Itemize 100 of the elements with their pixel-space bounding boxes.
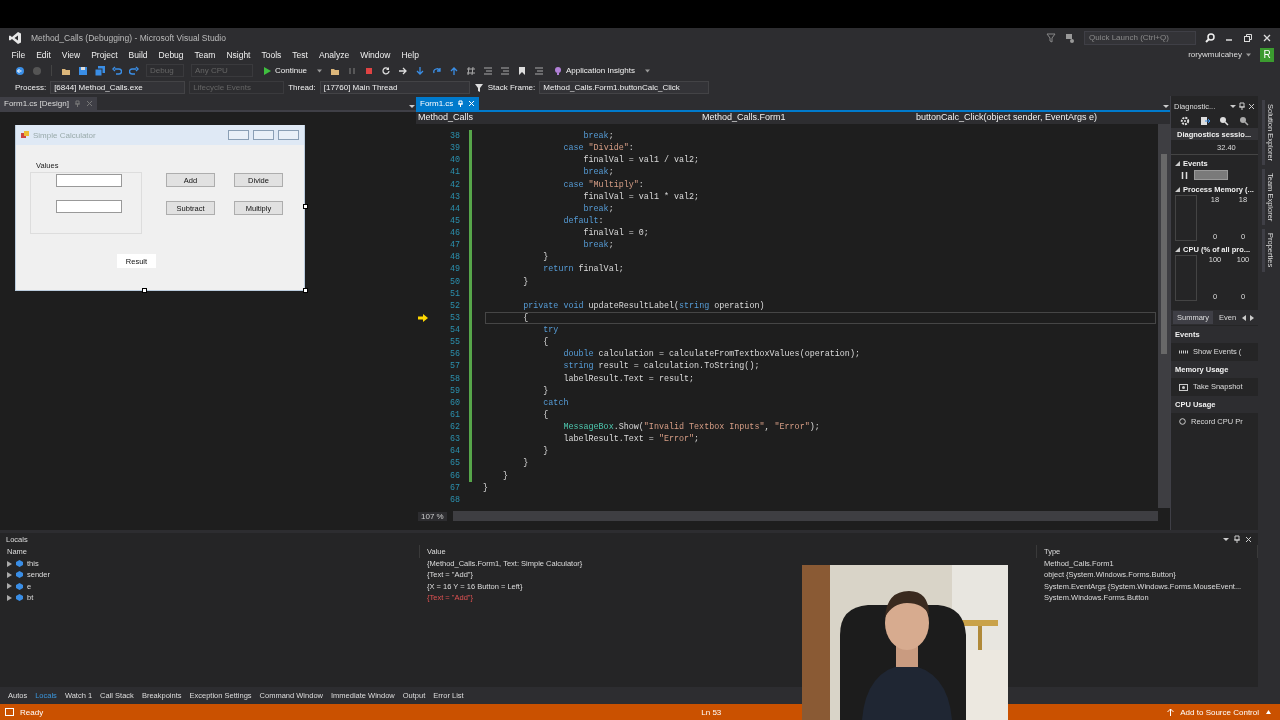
code-line: } [542,252,549,263]
line-number: 41 [448,167,460,178]
curved-arrow-icon[interactable] [432,65,443,76]
pin-icon[interactable] [1234,535,1240,543]
close-icon[interactable] [1245,535,1252,543]
expander-icon[interactable] [1175,247,1180,252]
line-number: 61 [448,409,460,420]
feedback-icon[interactable] [1065,32,1075,43]
line-number: 42 [448,179,460,190]
stop-icon[interactable] [364,65,375,76]
process-dropdown[interactable]: [6844] Method_Calls.exe [50,81,186,94]
menu-item[interactable]: Debug [153,49,190,60]
menu-item[interactable]: File [6,49,31,60]
back-arrow-icon[interactable] [15,65,25,76]
menu-item[interactable]: Project [85,49,124,60]
search-icon[interactable] [1205,32,1215,43]
dropdown-icon[interactable] [1230,103,1236,109]
dropdown-icon[interactable] [1223,536,1229,542]
member-dropdown[interactable]: buttonCalc_Click(object sender, EventArgs e) [916,112,1156,124]
pin-icon[interactable] [1239,102,1245,110]
line-number: 43 [448,191,460,202]
code-line: catch [542,397,569,408]
menu-item[interactable]: Edit [30,49,57,60]
project-dropdown[interactable]: Method_Calls [418,112,698,124]
expander-icon[interactable] [1175,187,1180,192]
scroll-right-icon[interactable] [1249,314,1255,321]
menu-item[interactable]: Test [286,49,314,60]
line-number: 52 [448,300,460,311]
scroll-left-icon[interactable] [1242,314,1248,321]
pause-icon[interactable] [1181,171,1188,179]
dropdown-icon[interactable] [1162,102,1170,110]
settings-icon[interactable] [1179,115,1190,126]
record-icon[interactable] [1179,418,1186,425]
line-number: 59 [448,385,460,396]
arrow-down-icon[interactable] [415,65,426,76]
caret-icon[interactable] [1265,709,1272,715]
redo-icon[interactable] [129,65,139,76]
resize-handle[interactable] [303,288,308,293]
continue-button[interactable]: Continue [260,65,310,76]
restart-icon[interactable] [381,65,392,76]
code-line: labelResult.Text = "Error"; [562,434,700,445]
save-icon[interactable] [78,65,88,76]
line-number: 45 [448,215,460,226]
arrow-up-icon[interactable] [449,65,460,76]
lines-icon[interactable] [500,65,511,76]
camera-icon[interactable] [1179,382,1188,391]
class-dropdown[interactable]: Method_Calls.Form1 [702,112,912,124]
resize-handle[interactable] [303,204,308,209]
menu-item[interactable]: Tools [255,49,287,60]
restore-icon[interactable] [1243,32,1253,43]
line-number: 66 [448,470,460,481]
horizontal-scrollbar[interactable] [452,511,1158,521]
lines-icon[interactable] [534,65,545,76]
app-icon [21,131,29,139]
zoom-dropdown[interactable]: 107 % [418,511,447,521]
line-number: 40 [448,155,460,166]
save-all-icon[interactable] [95,65,105,76]
source-control-button[interactable]: Add to Source Control [1180,707,1259,717]
scrollbar[interactable] [1158,124,1170,508]
dropdown-icon[interactable] [408,102,416,110]
export-icon[interactable] [1199,115,1210,126]
code-line: break; [582,167,614,178]
bookmark-icon[interactable] [517,65,528,76]
line-number: 56 [448,349,460,360]
line-number: 67 [448,482,460,493]
line-number: 60 [448,397,460,408]
thread-dropdown[interactable]: [17760] Main Thread [319,81,470,94]
menu-item[interactable]: Build [123,49,153,60]
text-field[interactable] [56,174,122,187]
arrow-up-icon[interactable] [1167,708,1175,716]
zoom-out-icon[interactable] [1239,115,1250,126]
text-field[interactable] [56,200,122,213]
code-line: } [522,276,529,287]
menu-item[interactable]: Help [395,49,425,60]
application-insights-button[interactable]: Application Insights [551,65,637,76]
menu-item[interactable]: View [56,49,86,60]
zoom-in-icon[interactable] [1219,115,1230,126]
avatar[interactable]: R [1260,47,1274,62]
events-icon[interactable] [1179,348,1188,355]
thread-label: Thread: [288,83,316,92]
expander-icon[interactable] [1175,161,1180,166]
filter-icon[interactable] [473,82,484,93]
code-line: try [542,325,559,336]
arrow-right-icon[interactable] [398,65,409,76]
resize-handle[interactable] [142,288,147,293]
quick-launch-field[interactable]: Quick Launch (Ctrl+Q) [1084,30,1196,45]
stack-frame-label: Stack Frame: [487,83,536,92]
menu-item[interactable]: Team [189,49,221,60]
lines-icon[interactable] [483,65,494,76]
menu-item[interactable]: Window [354,49,396,60]
stack-frame-dropdown[interactable]: Method_Calls.Form1.buttonCalc_Click [539,81,710,94]
menu-item[interactable]: Nsight [220,49,256,60]
line-number: 50 [448,276,460,287]
code-line: case "Divide": [562,143,634,154]
undo-icon[interactable] [112,65,122,76]
line-number: 44 [448,203,460,214]
user-name[interactable]: rorywmulcahey [1188,50,1245,59]
line-number: 38 [448,131,460,142]
close-icon[interactable] [1248,102,1255,110]
menu-item[interactable]: Analyze [313,49,355,60]
